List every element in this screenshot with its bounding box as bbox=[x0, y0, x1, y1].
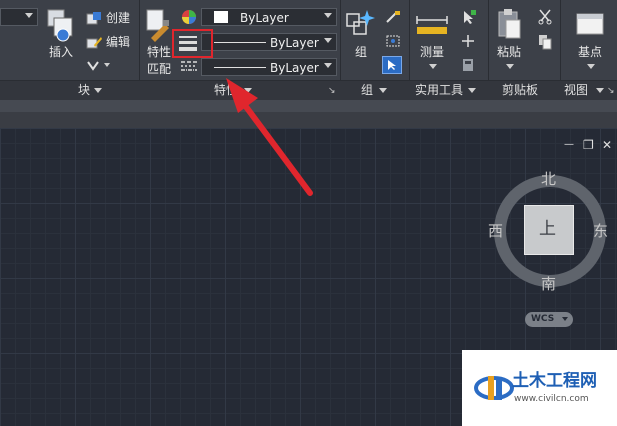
watermark-badge: 土木工程网 www.civilcn.com bbox=[462, 350, 617, 426]
watermark-logo bbox=[474, 376, 514, 400]
watermark-name: 土木工程网 bbox=[512, 371, 597, 391]
watermark-url: www.civilcn.com bbox=[514, 394, 589, 404]
